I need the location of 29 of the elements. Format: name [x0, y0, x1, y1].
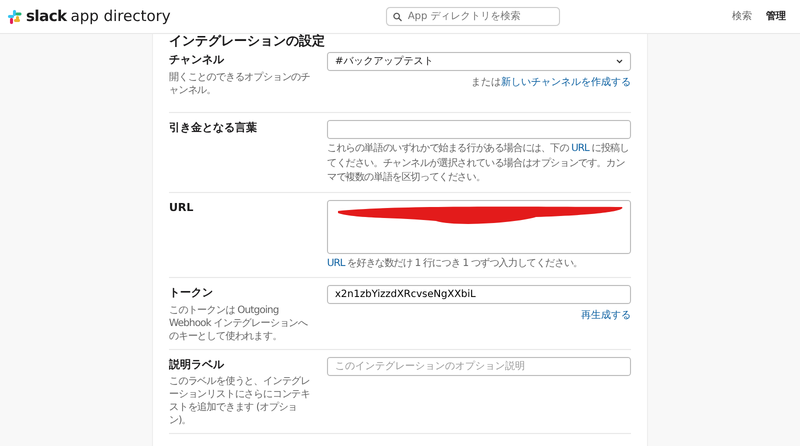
field-label: チャンネル — [169, 52, 225, 68]
slack-logo-icon — [8, 10, 22, 24]
link[interactable]: 再生成する — [581, 310, 631, 321]
search-field[interactable]: App ディレクトリを検索 — [386, 7, 560, 26]
link[interactable]: URL — [571, 143, 590, 154]
field-description: このラベルを使うと、インテグレーションリストにさらにコンテキストを追加できます (オプション)。 — [169, 375, 312, 427]
action-text: または新しいチャンネルを作成する — [470, 76, 631, 90]
chevron-icon — [616, 59, 623, 64]
field-description: 開くことのできるオプションのチャンネル。 — [169, 70, 312, 96]
url-textarea[interactable] — [327, 200, 631, 254]
link[interactable]: 新しいチャンネルを作成する — [501, 77, 631, 88]
field-label: トークン — [169, 285, 214, 301]
link[interactable]: URL — [327, 258, 345, 268]
section-title: インテグレーションの設定 — [169, 34, 326, 49]
field-hint: これらの単語のいずれかで始まる行がある場合には、下の URL に投稿してください。チャンネルが選択されている場合はオプションです。カンマで複数の単語を区切ってください。 — [327, 142, 630, 185]
search-icon — [392, 12, 402, 22]
nav-link[interactable]: 検索 — [732, 9, 752, 24]
logo-text[interactable]: slack — [26, 5, 67, 28]
input-field[interactable] — [327, 120, 631, 139]
field-label: 引き金となる言葉 — [169, 120, 258, 136]
channel-select[interactable]: #バックアップテスト — [327, 52, 631, 71]
field-label: 説明ラベル — [169, 356, 225, 372]
field-hint: URL を好きな数だけ 1 行につき 1 つずつ入力してください。 — [327, 256, 584, 270]
logo-text[interactable]: app directory — [70, 5, 171, 28]
input-field[interactable]: このインテグレーションのオプション説明 — [327, 356, 631, 376]
field-description: このトークンは Outgoing Webhook インテグレーションへのキーとして使われます。 — [169, 304, 309, 342]
field-label: URL — [169, 200, 194, 216]
input-field[interactable]: x2n1zbYizzdXRcvseNgXXbiL — [327, 285, 631, 304]
nav-link[interactable]: 管理 — [766, 9, 786, 24]
